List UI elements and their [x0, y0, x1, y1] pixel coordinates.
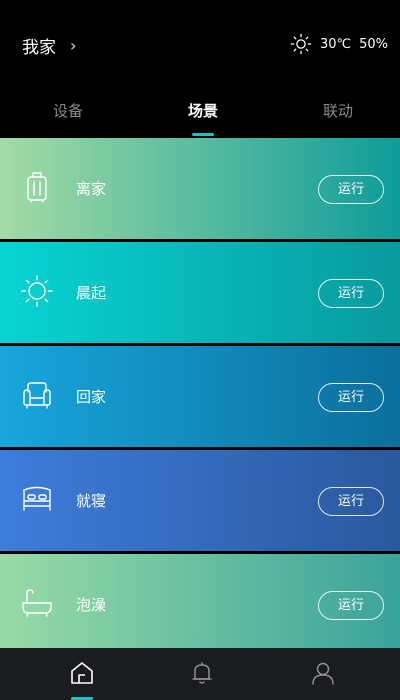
tab-scenes[interactable]: 场景: [163, 100, 243, 121]
scene-card[interactable]: 回家 运行: [0, 346, 400, 447]
scene-card[interactable]: 就寝 运行: [0, 450, 400, 551]
tab-devices[interactable]: 设备: [28, 100, 108, 121]
weather-info: 30℃ 50%: [290, 33, 388, 55]
armchair-icon: [23, 382, 51, 409]
tab-indicator: [192, 133, 214, 136]
scene-label: 晨起: [76, 284, 107, 302]
header: 我家 › 30℃ 50%: [0, 0, 400, 90]
tab-linkage[interactable]: 联动: [298, 100, 378, 121]
scene-label: 离家: [76, 180, 107, 198]
home-icon[interactable]: [69, 660, 95, 686]
chevron-right-icon: ›: [70, 36, 77, 55]
scene-card[interactable]: 泡澡 运行: [0, 554, 400, 655]
home-title: 我家: [22, 38, 56, 58]
scene-label: 泡澡: [76, 596, 107, 614]
run-button[interactable]: 运行: [318, 175, 384, 204]
scene-label: 回家: [76, 388, 107, 406]
scene-list: 离家 运行 晨起 运行 回家 运行 就寝 运行 泡澡 运行: [0, 138, 400, 658]
run-button[interactable]: 运行: [318, 383, 384, 412]
scene-label: 就寝: [76, 492, 107, 510]
run-button[interactable]: 运行: [318, 279, 384, 308]
run-button[interactable]: 运行: [318, 591, 384, 620]
sun-icon: [290, 33, 312, 55]
user-icon[interactable]: [310, 660, 336, 686]
humidity: 50%: [359, 36, 388, 52]
scene-card[interactable]: 离家 运行: [0, 138, 400, 239]
bathtub-icon: [22, 589, 52, 617]
luggage-icon: [27, 172, 47, 203]
home-selector[interactable]: 我家 ›: [22, 33, 76, 58]
temperature: 30℃: [319, 36, 352, 52]
scene-card[interactable]: 晨起 运行: [0, 242, 400, 343]
tab-bar: 设备 场景 联动: [0, 90, 400, 136]
bed-icon: [23, 486, 51, 511]
run-button[interactable]: 运行: [318, 487, 384, 516]
bottom-nav: [0, 648, 400, 700]
sun-icon: [21, 275, 53, 307]
bell-icon[interactable]: [189, 660, 215, 686]
